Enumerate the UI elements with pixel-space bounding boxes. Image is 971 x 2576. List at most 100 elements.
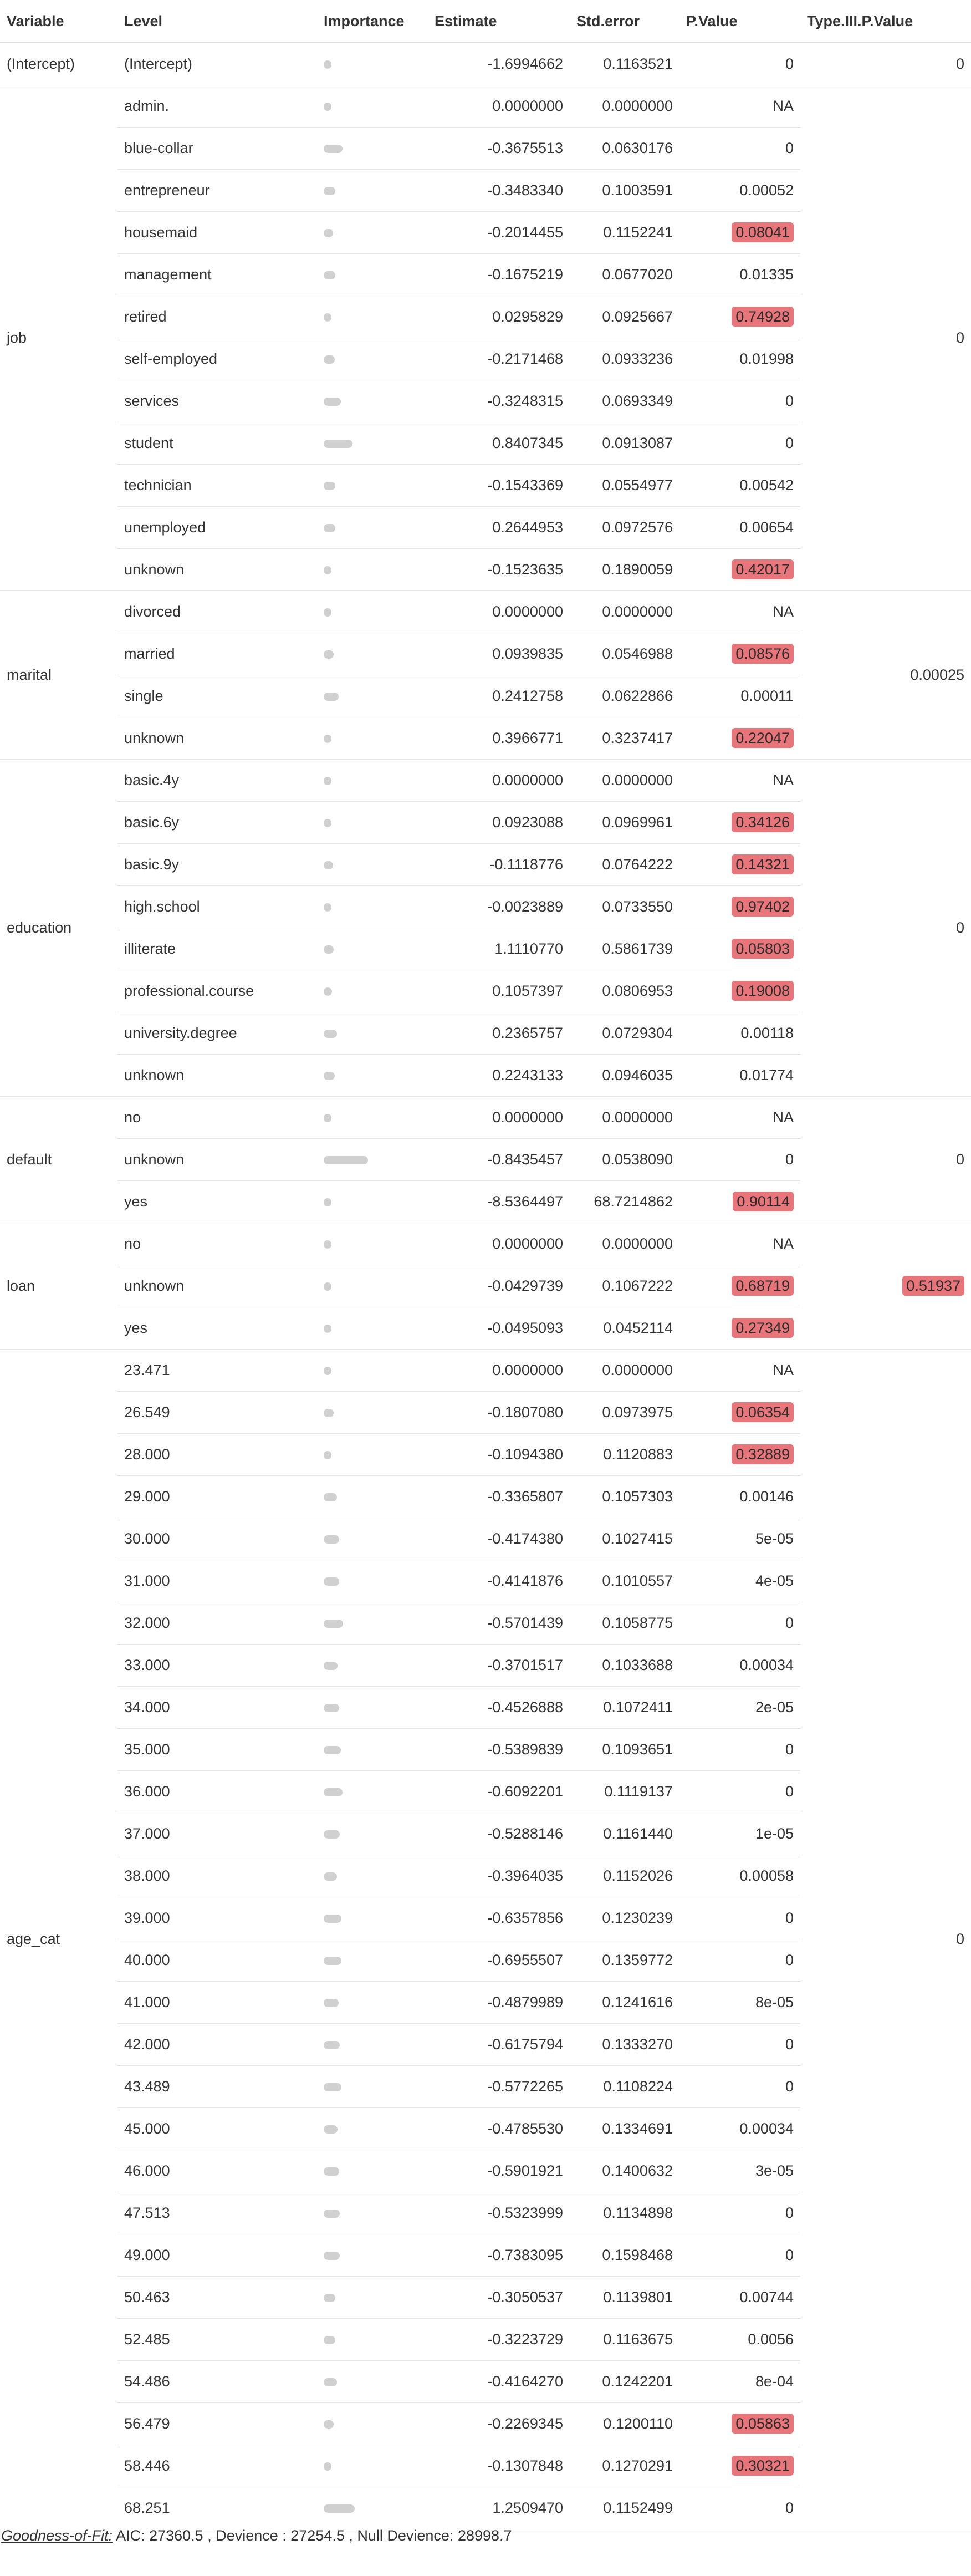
importance-bar <box>324 229 333 238</box>
p-value-cell: 5e-05 <box>679 1518 800 1560</box>
estimate-cell: 0.2644953 <box>492 519 563 536</box>
p-value: 0 <box>785 2036 794 2053</box>
importance-cell <box>317 338 428 380</box>
level-cell: 28.000 <box>124 1446 170 1463</box>
std-error-cell: 0.0933236 <box>602 350 673 367</box>
std-error-cell: 0.1010557 <box>602 1572 673 1589</box>
std-error-cell: 0.0000000 <box>602 98 673 114</box>
estimate-cell: -0.4164270 <box>487 2373 563 2390</box>
estimate-cell: -8.5364497 <box>487 1193 563 1210</box>
importance-cell <box>317 1897 428 1939</box>
importance-bar <box>324 1662 338 1671</box>
std-error-cell: 0.0913087 <box>602 435 673 451</box>
p-value: 0.06354 <box>732 1402 794 1422</box>
importance-bar <box>324 2125 338 2134</box>
level-cell: 34.000 <box>124 1699 170 1715</box>
std-error-cell: 0.0729304 <box>602 1025 673 1041</box>
estimate-cell: -0.2269345 <box>487 2415 563 2432</box>
table-row: age_cat 23.471 0.0000000 0.0000000 NA 0 <box>0 1349 971 2529</box>
p-value-cell: 0 <box>679 2066 800 2108</box>
estimate-cell: -0.5288146 <box>487 1825 563 1842</box>
importance-bar <box>324 1156 368 1165</box>
level-cell: 23.471 <box>124 1362 170 1378</box>
p-value: 0.42017 <box>732 559 794 579</box>
level-cell: 37.000 <box>124 1825 170 1842</box>
estimate-cell: 0.0000000 <box>492 603 563 620</box>
importance-bar <box>324 398 341 406</box>
importance-cell <box>317 1392 428 1434</box>
importance-bar <box>324 440 352 449</box>
std-error-cell: 0.0000000 <box>602 1235 673 1252</box>
estimate-cell: 0.8407345 <box>492 435 563 451</box>
p-value-cell: 0.00146 <box>679 1476 800 1518</box>
p-value-cell: 0 <box>679 1139 800 1181</box>
importance-cell <box>317 633 428 675</box>
importance-bar <box>324 1704 339 1713</box>
importance-bar <box>324 945 334 954</box>
p-value: 5e-05 <box>755 1530 794 1547</box>
type3-p-value-cell: 0 <box>800 85 971 591</box>
regression-table: Variable Level Importance Estimate Std.e… <box>0 0 971 2529</box>
estimate-cell: 0.0000000 <box>492 1235 563 1252</box>
std-error-cell: 0.0925667 <box>602 308 673 325</box>
importance-cell <box>317 1307 428 1350</box>
estimate-cell: -0.6357856 <box>487 1910 563 1926</box>
p-value: 0.97402 <box>732 897 794 917</box>
variable-cell: loan <box>0 1223 117 1350</box>
estimate-cell: 0.3966771 <box>492 730 563 746</box>
estimate-cell: -0.1118776 <box>489 856 563 873</box>
p-value-cell: NA <box>679 85 800 128</box>
header-row: Variable Level Importance Estimate Std.e… <box>0 0 971 43</box>
std-error-cell: 0.0677020 <box>602 266 673 283</box>
std-error-cell: 0.1270291 <box>602 2457 673 2474</box>
importance-cell <box>317 422 428 465</box>
std-error-cell: 0.1108224 <box>603 2078 673 2095</box>
type3-p-value-cell: 0 <box>800 759 971 1097</box>
p-value: 8e-05 <box>755 1994 794 2010</box>
importance-bar <box>324 2420 334 2429</box>
estimate-cell: -0.1523635 <box>487 561 563 578</box>
importance-cell <box>317 170 428 212</box>
importance-bar <box>324 1072 335 1081</box>
importance-bar <box>324 608 331 617</box>
table-row: education basic.4y 0.0000000 0.0000000 NA 0 <box>0 759 971 1097</box>
p-value-cell: 0.00052 <box>679 170 800 212</box>
importance-cell <box>317 1139 428 1181</box>
table-header: Variable Level Importance Estimate Std.e… <box>0 0 971 43</box>
estimate-cell: -0.5772265 <box>487 2078 563 2095</box>
importance-bar <box>324 693 339 701</box>
importance-bar <box>324 60 331 69</box>
estimate-cell: -0.7383095 <box>487 2247 563 2263</box>
type3-p-value: 0 <box>955 329 964 346</box>
importance-cell <box>317 85 428 128</box>
level-cell: 26.549 <box>124 1404 170 1421</box>
p-value-cell: NA <box>679 1097 800 1139</box>
p-value-cell: 0.00118 <box>679 1012 800 1055</box>
level-cell: 43.489 <box>124 2078 170 2095</box>
std-error-cell: 0.1333270 <box>602 2036 673 2053</box>
p-value-cell: 0 <box>679 43 800 85</box>
level-cell: 42.000 <box>124 2036 170 2053</box>
p-value: 0.05863 <box>732 2414 794 2434</box>
importance-cell <box>317 1265 428 1307</box>
p-value-cell: 0.32889 <box>679 1434 800 1476</box>
importance-bar <box>324 1957 341 1966</box>
importance-bar <box>324 145 343 154</box>
header-importance: Importance <box>317 0 428 43</box>
variable-cell: education <box>0 759 117 1097</box>
level-cell: unknown <box>124 730 185 746</box>
level-cell: admin. <box>124 98 170 114</box>
level-cell: unknown <box>124 1277 185 1294</box>
p-value: 0.01335 <box>739 266 794 283</box>
estimate-cell: 1.2509470 <box>492 2499 563 2516</box>
p-value: 0.00118 <box>740 1025 794 1041</box>
std-error-cell: 0.0693349 <box>602 393 673 409</box>
p-value-cell: 0.05803 <box>679 928 800 970</box>
p-value-cell: 0.68719 <box>679 1265 800 1307</box>
std-error-cell: 0.1152241 <box>603 224 673 241</box>
estimate-cell: 0.0000000 <box>492 772 563 788</box>
std-error-cell: 0.1072411 <box>603 1699 673 1715</box>
estimate-cell: 0.0000000 <box>492 98 563 114</box>
importance-cell <box>317 2277 428 2319</box>
type3-p-value: 0 <box>955 55 964 72</box>
